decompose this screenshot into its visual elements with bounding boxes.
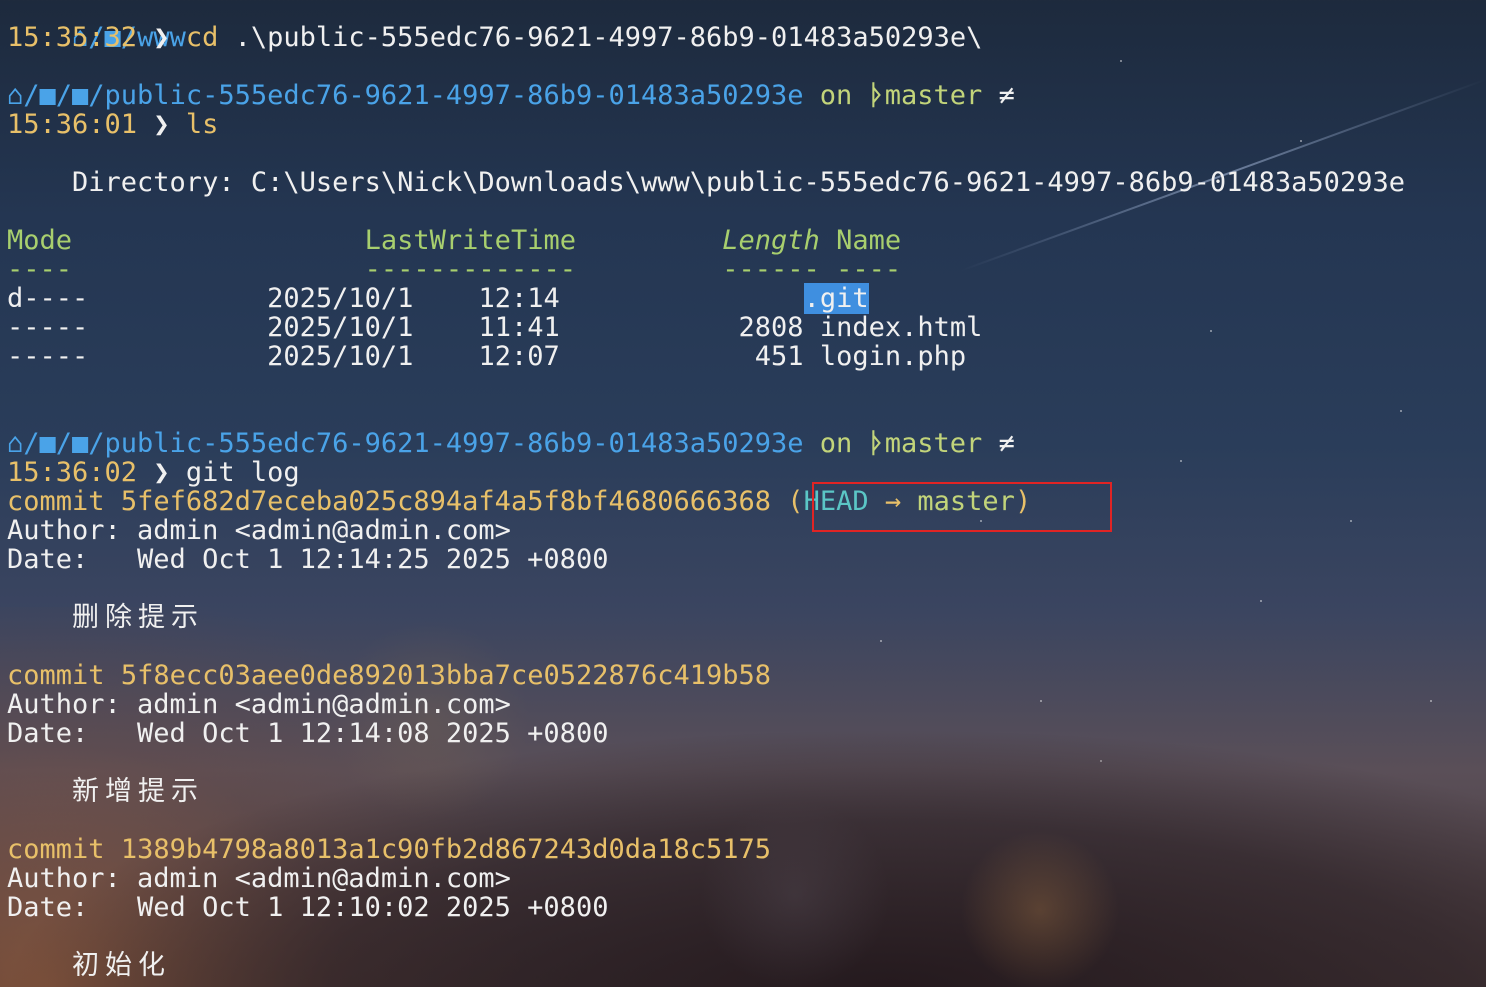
ls-date: 2025/10/1 bbox=[267, 341, 414, 372]
commit-hash: 5fef682d7eceba025c894af4a5f8bf4680666368 bbox=[120, 486, 772, 517]
commit-message-text: 删除提示 bbox=[72, 602, 205, 633]
home-icon: ⌂ bbox=[7, 428, 24, 459]
command-name: cd bbox=[185, 22, 219, 53]
prompt-line: ⌂/■/www bbox=[7, 0, 1479, 52]
ref-open-paren: ( bbox=[787, 486, 804, 517]
ls-date: 2025/10/1 bbox=[267, 283, 414, 314]
commit-message-text: 新增提示 bbox=[72, 776, 205, 807]
commit-message: 初始化 bbox=[7, 951, 1479, 980]
commit-message: 删除提示 bbox=[7, 603, 1479, 632]
terminal-output: ⌂/■/www 15:35:32 ❯ cd .\public-555edc76-… bbox=[7, 0, 1479, 980]
prompt-line: ⌂/■/■/public-555edc76-9621-4997-86b9-014… bbox=[7, 429, 1479, 458]
ls-header-name: Name bbox=[836, 225, 902, 256]
command-time: 15:35:32 bbox=[7, 22, 138, 53]
prompt-line: ⌂/■/■/public-555edc76-9621-4997-86b9-014… bbox=[7, 81, 1479, 110]
prompt-chevron: ❯ bbox=[153, 457, 170, 488]
ls-row: d---- 2025/10/1 12:14 .git bbox=[7, 283, 1479, 314]
commit-hash: 1389b4798a8013a1c90fb2d867243d0da18c5175 bbox=[120, 834, 772, 865]
command-args: log bbox=[250, 457, 300, 488]
ls-underline-mode: ---- bbox=[7, 254, 73, 285]
prompt-path: /■/■/public-555edc76-9621-4997-86b9-0148… bbox=[23, 80, 804, 111]
commit-date: Date: Wed Oct 1 12:10:02 2025 +0800 bbox=[7, 892, 609, 923]
ls-time: 12:07 bbox=[478, 341, 560, 372]
ls-time: 12:14 bbox=[478, 283, 560, 314]
ls-row: ----- 2025/10/1 12:07 451 login.php bbox=[7, 342, 1479, 371]
directory-label: Directory: C:\Users\Nick\Downloads\www\p… bbox=[7, 167, 1405, 198]
commit-line: commit 5fef682d7eceba025c894af4a5f8bf468… bbox=[7, 487, 1479, 516]
commit-label: commit bbox=[7, 834, 105, 865]
branch-status: ≠ bbox=[998, 80, 1015, 111]
git-branch-icon: ᚦ bbox=[868, 428, 885, 459]
prompt-branch: master bbox=[884, 80, 983, 111]
ls-length: 2808 bbox=[738, 312, 804, 343]
commit-label: commit bbox=[7, 486, 105, 517]
commit-message: 新增提示 bbox=[7, 777, 1479, 806]
ls-mode: ----- bbox=[7, 341, 89, 372]
ls-length: 451 bbox=[754, 341, 804, 372]
command-name: ls bbox=[185, 109, 219, 140]
commit-message-text: 初始化 bbox=[72, 950, 172, 981]
ls-mode: ----- bbox=[7, 312, 89, 343]
ls-name: login.php bbox=[819, 341, 967, 372]
prompt-on: on bbox=[819, 80, 853, 111]
command-name: git bbox=[185, 457, 235, 488]
ls-name: index.html bbox=[819, 312, 983, 343]
ls-mode: d---- bbox=[7, 283, 89, 314]
prompt-chevron: ❯ bbox=[153, 109, 170, 140]
prompt-branch: master bbox=[884, 428, 983, 459]
ls-time: 11:41 bbox=[478, 312, 560, 343]
commit-author: Author: admin <admin@admin.com> bbox=[7, 689, 511, 720]
commit-hash: 5f8ecc03aee0de892013bba7ce0522876c419b58 bbox=[120, 660, 772, 691]
home-icon: ⌂ bbox=[7, 80, 24, 111]
ls-underline-row: ---- ------------- ------ ---- bbox=[7, 255, 1479, 284]
ls-date: 2025/10/1 bbox=[267, 312, 414, 343]
ls-underline-length: ------ bbox=[722, 254, 820, 285]
commit-date: Date: Wed Oct 1 12:14:25 2025 +0800 bbox=[7, 544, 609, 575]
command-line: 15:35:32 ❯ cd .\public-555edc76-9621-499… bbox=[7, 23, 1479, 52]
command-args: .\public-555edc76-9621-4997-86b9-01483a5… bbox=[234, 22, 983, 53]
command-line: 15:36:01 ❯ ls bbox=[7, 110, 1479, 139]
ls-name[interactable]: .git bbox=[803, 283, 869, 314]
commit-author: Author: admin <admin@admin.com> bbox=[7, 863, 511, 894]
command-line: 15:36:02 ❯ git log bbox=[7, 458, 1479, 487]
commit-author: Author: admin <admin@admin.com> bbox=[7, 515, 511, 546]
ls-row: ----- 2025/10/1 11:41 2808 index.html bbox=[7, 313, 1479, 342]
ls-underline-name: ---- bbox=[836, 254, 902, 285]
ls-header-row: Mode LastWriteTime Length Name bbox=[7, 226, 1479, 255]
commit-date: Date: Wed Oct 1 12:14:08 2025 +0800 bbox=[7, 718, 609, 749]
commit-label: commit bbox=[7, 660, 105, 691]
commit-line: commit 1389b4798a8013a1c90fb2d867243d0da… bbox=[7, 835, 1479, 864]
prompt-on: on bbox=[819, 428, 853, 459]
ls-header-length: Length bbox=[722, 225, 820, 256]
commit-line: commit 5f8ecc03aee0de892013bba7ce0522876… bbox=[7, 661, 1479, 690]
ls-underline-lastwritetime: ------------- bbox=[364, 254, 576, 285]
command-time: 15:36:01 bbox=[7, 109, 138, 140]
command-time: 15:36:02 bbox=[7, 457, 138, 488]
prompt-chevron: ❯ bbox=[153, 22, 170, 53]
branch-status: ≠ bbox=[998, 428, 1015, 459]
prompt-path: /■/■/public-555edc76-9621-4997-86b9-0148… bbox=[23, 428, 804, 459]
highlight-box-head-ref bbox=[812, 482, 1112, 532]
ls-header-mode: Mode bbox=[7, 225, 73, 256]
ls-header-lastwritetime: LastWriteTime bbox=[364, 225, 576, 256]
git-branch-icon: ᚦ bbox=[868, 80, 885, 111]
